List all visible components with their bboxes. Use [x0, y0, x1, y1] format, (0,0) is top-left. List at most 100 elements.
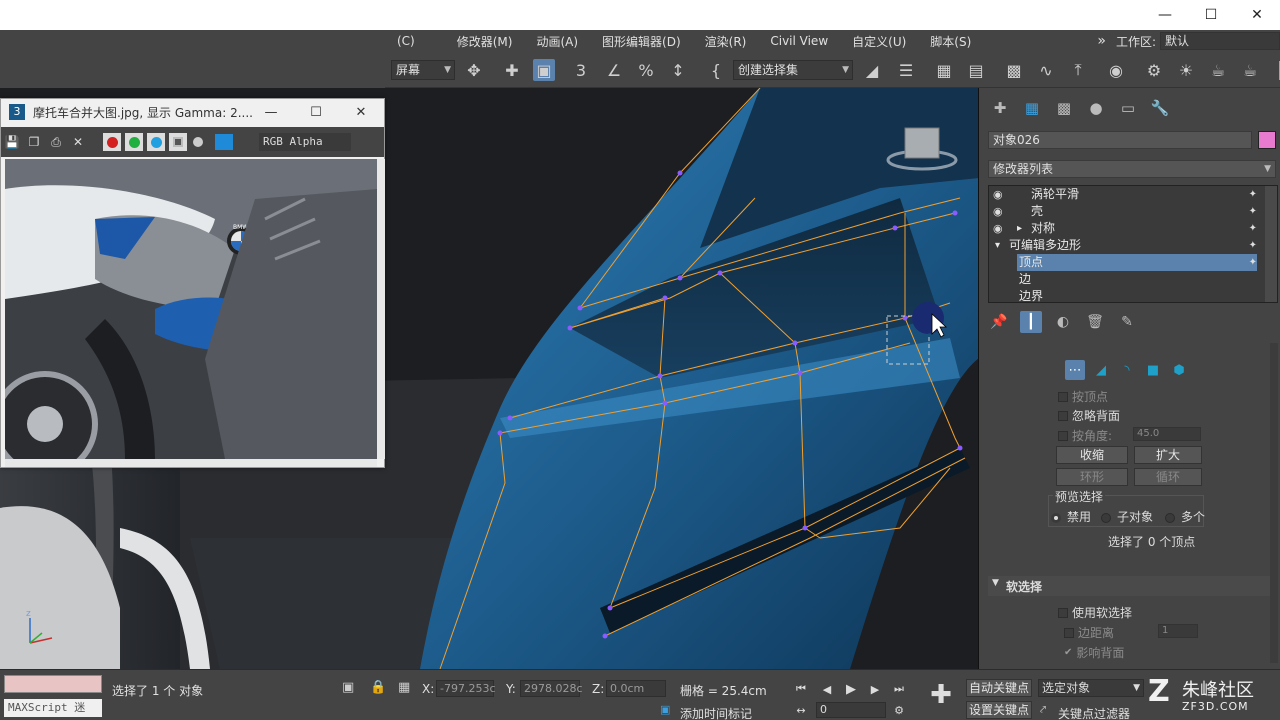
angle-snap-icon[interactable]: ∠ — [603, 59, 625, 81]
visibility-eye-icon[interactable]: ◉ — [993, 203, 1003, 220]
next-frame-icon[interactable]: ▶ — [866, 680, 884, 698]
key-set-select[interactable]: 选定对象 ▼ — [1038, 679, 1144, 697]
y-coordinate-field[interactable]: 2978.028c — [520, 680, 583, 697]
select-manipulate-icon[interactable]: ✚ — [501, 59, 523, 81]
image-minimize-icon[interactable]: — — [251, 99, 291, 125]
hierarchy-tab-icon[interactable]: ▩ — [1052, 96, 1076, 120]
x-coordinate-field[interactable]: -797.253c — [436, 680, 496, 697]
image-viewer-window[interactable]: 3 摩托车合并大图.jpg, 显示 Gamma: 2.... — ☐ ✕ 💾 ❐… — [0, 98, 385, 468]
menu-animation[interactable]: 动画(A) — [524, 33, 590, 50]
by-vertex-row[interactable]: 按顶点 — [1058, 388, 1108, 405]
z-coordinate-field[interactable]: 0.0cm — [606, 680, 666, 697]
loop-button[interactable]: 循环 — [1134, 468, 1202, 486]
preview-option-multi[interactable]: 多个 — [1165, 508, 1205, 525]
polygon-level-icon[interactable]: ■ — [1143, 360, 1163, 380]
display-tab-icon[interactable]: ▭ — [1116, 96, 1140, 120]
mono-icon[interactable] — [193, 137, 203, 147]
ignore-backface-checkbox[interactable] — [1058, 410, 1068, 421]
channel-display-select[interactable]: RGB Alpha — [259, 133, 351, 151]
render-setup-icon[interactable]: ⚙ — [1143, 59, 1165, 81]
material-editor-icon[interactable]: ◉ — [1105, 59, 1127, 81]
alpha-channel-icon[interactable] — [169, 133, 187, 151]
maxscript-listener-pink[interactable] — [4, 675, 102, 693]
menu-customize[interactable]: 自定义(U) — [840, 33, 918, 50]
key-filter-icon[interactable]: ⤤ — [1040, 703, 1046, 717]
time-configuration-icon[interactable]: ⚙ — [890, 701, 908, 719]
ring-button[interactable]: 环形 — [1056, 468, 1128, 486]
pin-stack-icon[interactable]: 📌 — [988, 311, 1010, 333]
stack-item-border[interactable]: 边界 — [989, 288, 1277, 305]
lock-selection-icon[interactable]: 🔒 — [370, 680, 386, 695]
panel-scrollbar[interactable] — [1270, 343, 1278, 663]
menu-scripting[interactable]: 脚本(S) — [918, 33, 983, 50]
image-maximize-icon[interactable]: ☐ — [296, 99, 336, 125]
layer-explorer-icon[interactable]: ▤ — [965, 59, 987, 81]
light-bulb-icon[interactable]: ✦ — [1249, 203, 1257, 220]
perspective-viewport[interactable]: z 3 摩托车合并大图.jpg, 显示 Gamma: 2.... — ☐ ✕ 💾… — [0, 88, 979, 669]
edge-distance-spinner[interactable]: 1 — [1158, 624, 1198, 638]
motion-tab-icon[interactable]: ● — [1084, 96, 1108, 120]
scene-explorer-icon[interactable]: ▦ — [933, 59, 955, 81]
modify-tab-icon[interactable]: ▦ — [1020, 96, 1044, 120]
stack-item-edge[interactable]: 边 — [989, 271, 1277, 288]
border-level-icon[interactable]: ◝ — [1117, 360, 1137, 380]
angle-spinner[interactable]: 45.0 — [1133, 427, 1201, 441]
stack-scrollbar[interactable] — [1265, 186, 1277, 302]
show-end-result-icon[interactable]: ┃ — [1020, 311, 1042, 333]
visibility-eye-icon[interactable]: ◉ — [993, 220, 1003, 237]
preview-option-subobject[interactable]: 子对象 — [1101, 508, 1153, 525]
menu-modifiers[interactable]: 修改器(M) — [427, 33, 525, 50]
clone-window-icon[interactable]: ❐ — [23, 135, 45, 149]
schematic-view-icon[interactable]: ⤒ — [1067, 59, 1089, 81]
make-unique-icon[interactable]: ◐ — [1052, 311, 1074, 333]
menu-civil-view[interactable]: Civil View — [758, 34, 840, 48]
image-close-icon[interactable]: ✕ — [341, 99, 381, 125]
stack-item-shell[interactable]: ◉ 壳 ✦ — [989, 203, 1277, 220]
render-production-icon[interactable]: ☕ — [1207, 59, 1229, 81]
color-swatch[interactable] — [215, 134, 233, 150]
mirror-icon[interactable]: ◢ — [861, 59, 883, 81]
light-bulb-icon[interactable]: ✦ — [1249, 220, 1257, 237]
key-mode-icon[interactable]: ↔ — [792, 701, 810, 719]
remove-modifier-icon[interactable]: 🗑 — [1084, 311, 1106, 333]
light-bulb-icon[interactable]: ✦ — [1249, 254, 1257, 271]
image-vertical-scrollbar[interactable] — [377, 159, 385, 459]
utilities-tab-icon[interactable]: 🔧 — [1148, 96, 1172, 120]
affect-backface-row[interactable]: ✔ 影响背面 — [1064, 644, 1124, 661]
render-iterative-icon[interactable]: ☕ — [1239, 59, 1261, 81]
goto-start-icon[interactable]: ⏮ — [792, 680, 810, 698]
reference-coord-select[interactable]: 屏幕 ▼ — [391, 60, 455, 80]
stack-item-turbosmooth[interactable]: ◉ 涡轮平滑 ✦ — [989, 186, 1277, 203]
align-icon[interactable]: ☰ — [895, 59, 917, 81]
set-key-mode-button[interactable]: 设置关键点 — [966, 701, 1032, 719]
menu-graph-editors[interactable]: 图形编辑器(D) — [590, 33, 693, 50]
maximize-icon[interactable]: ☐ — [1188, 0, 1234, 30]
light-bulb-icon[interactable]: ✦ — [1249, 186, 1257, 203]
element-level-icon[interactable]: ⬢ — [1169, 360, 1189, 380]
previous-frame-icon[interactable]: ◀ — [818, 680, 836, 698]
named-selection-set-select[interactable]: 创建选择集 ▼ — [733, 60, 853, 80]
auto-key-button[interactable]: 自动关键点 — [966, 679, 1032, 697]
add-time-tag-button[interactable]: 添加时间标记 — [680, 705, 752, 720]
curve-editor-icon[interactable]: ∿ — [1035, 59, 1057, 81]
key-filters-button[interactable]: 关键点过滤器 — [1058, 705, 1130, 720]
by-vertex-checkbox[interactable] — [1058, 391, 1068, 402]
edge-level-icon[interactable]: ◢ — [1091, 360, 1111, 380]
edge-distance-checkbox[interactable] — [1064, 627, 1074, 638]
print-icon[interactable]: ⎙ — [45, 135, 67, 150]
green-channel-icon[interactable] — [125, 133, 143, 151]
light-bulb-icon[interactable]: ✦ — [1249, 237, 1257, 254]
toolbar-overflow-icon[interactable]: │ — [1269, 59, 1280, 81]
percent-snap-icon[interactable]: % — [635, 59, 657, 81]
absolute-mode-icon[interactable]: ▦ — [398, 680, 410, 695]
ribbon-toggle-icon[interactable]: ▩ — [1003, 59, 1025, 81]
set-key-icon[interactable]: ✚ — [924, 678, 958, 712]
red-channel-icon[interactable] — [103, 133, 121, 151]
use-soft-selection-checkbox[interactable] — [1058, 607, 1068, 618]
shrink-button[interactable]: 收缩 — [1056, 446, 1128, 464]
edge-distance-row[interactable]: 边距离 — [1064, 624, 1114, 641]
by-angle-row[interactable]: 按角度: — [1058, 427, 1112, 444]
create-tab-icon[interactable]: ✚ — [988, 96, 1012, 120]
close-icon[interactable]: ✕ — [1234, 0, 1280, 30]
isolate-selection-icon[interactable]: ▣ — [342, 680, 354, 695]
